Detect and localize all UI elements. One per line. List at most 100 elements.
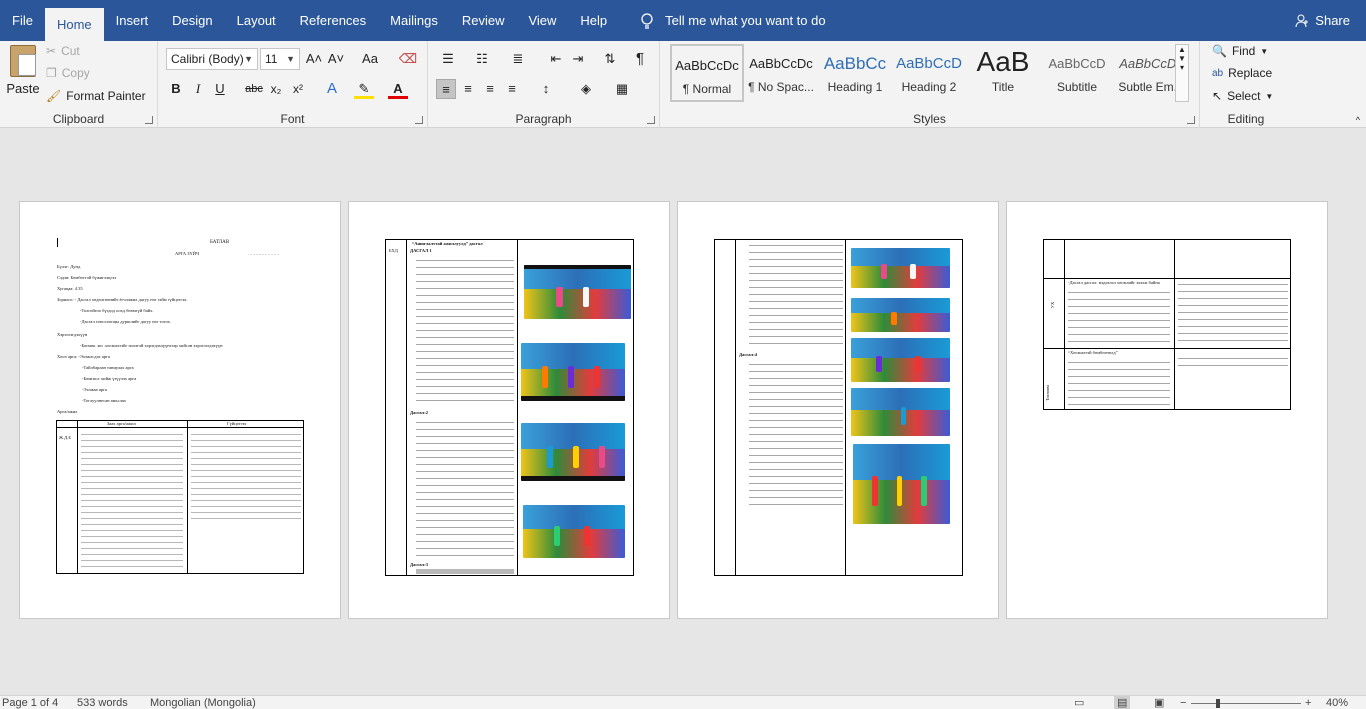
zoom-in-icon[interactable]: + bbox=[1305, 696, 1311, 709]
increase-indent-icon[interactable]: ⇥ bbox=[568, 49, 588, 69]
text-effects-icon[interactable]: A bbox=[322, 79, 342, 99]
cut-button[interactable]: ✂ Cut bbox=[46, 44, 80, 58]
page-2[interactable]: БХД “Ашиглалттай ажиллуулд” дасгал ДАСГА… bbox=[348, 201, 670, 619]
decrease-indent-icon[interactable]: ⇤ bbox=[546, 49, 566, 69]
grow-font-button[interactable]: A˄ bbox=[304, 49, 324, 69]
line-spacing-icon[interactable]: ↕ bbox=[536, 79, 556, 99]
exercise-text bbox=[416, 418, 514, 558]
font-size-select[interactable]: 11 ▼ bbox=[260, 48, 300, 70]
zoom-slider[interactable] bbox=[1191, 703, 1301, 704]
paste-button[interactable]: Paste bbox=[6, 45, 40, 96]
exercise-photo bbox=[851, 388, 950, 436]
style-normal[interactable]: AaBbCcDc ¶ Normal bbox=[670, 44, 744, 102]
exercise-step: ДАСГАЛ 1 bbox=[410, 248, 432, 253]
share-button[interactable]: Share bbox=[1295, 0, 1350, 41]
underline-button[interactable]: U bbox=[210, 79, 230, 99]
page-1[interactable]: БАТЛАВ АРГА ЗҮЙЧ ………………… Бүлэг: Дунд Сэд… bbox=[19, 201, 341, 619]
tab-home[interactable]: Home bbox=[44, 8, 104, 41]
style-name: Subtitle bbox=[1056, 80, 1098, 94]
tab-layout[interactable]: Layout bbox=[225, 0, 288, 41]
tell-me-search[interactable]: Tell me what you want to do bbox=[639, 12, 826, 30]
page-count[interactable]: Page 1 of 4 bbox=[2, 696, 58, 709]
print-layout-icon[interactable]: ▤ bbox=[1114, 696, 1131, 709]
superscript-button[interactable]: x² bbox=[288, 79, 308, 99]
tab-insert[interactable]: Insert bbox=[104, 0, 161, 41]
styles-launcher-icon[interactable] bbox=[1187, 116, 1195, 124]
tab-view[interactable]: View bbox=[516, 0, 568, 41]
tab-review[interactable]: Review bbox=[450, 0, 517, 41]
bullets-icon[interactable]: ☰ bbox=[438, 49, 458, 69]
shading-icon[interactable]: ◈ bbox=[576, 79, 596, 99]
style-subtitle[interactable]: AaBbCcD Subtitle bbox=[1040, 44, 1114, 102]
search-icon: 🔍 bbox=[1212, 44, 1227, 58]
tab-file[interactable]: File bbox=[0, 0, 45, 41]
change-case-button[interactable]: Aa bbox=[356, 49, 384, 69]
language[interactable]: Mongolian (Mongolia) bbox=[150, 696, 256, 709]
page-title: БАТЛАВ bbox=[210, 240, 230, 245]
tab-help[interactable]: Help bbox=[568, 0, 619, 41]
table-body-text bbox=[191, 430, 301, 520]
ribbon: Paste ✂ Cut ❐ Copy 🖌 Format Painter Clipboa… bbox=[0, 41, 1366, 128]
show-formatting-button[interactable]: ¶ bbox=[630, 49, 650, 69]
highlight-icon[interactable]: ✎ bbox=[354, 79, 374, 99]
web-layout-icon[interactable]: ▣ bbox=[1154, 696, 1164, 709]
read-mode-icon[interactable]: ▭ bbox=[1074, 696, 1084, 709]
page-3[interactable]: Дасгал:4 bbox=[677, 201, 999, 619]
font-launcher-icon[interactable] bbox=[415, 116, 423, 124]
clipboard-launcher-icon[interactable] bbox=[145, 116, 153, 124]
collapse-ribbon-icon[interactable]: ^ bbox=[1356, 115, 1360, 125]
exercise-text bbox=[416, 569, 514, 574]
format-painter-label: Format Painter bbox=[66, 89, 146, 103]
styles-gallery-scroll[interactable]: ▲ ▼ ▾ bbox=[1175, 44, 1189, 102]
style-name: Heading 1 bbox=[827, 80, 883, 94]
borders-icon[interactable]: ▦ bbox=[612, 79, 632, 99]
align-center-icon[interactable]: ≡ bbox=[458, 79, 478, 99]
multilevel-list-icon[interactable]: ≣ bbox=[508, 49, 528, 69]
style-heading-2[interactable]: AaBbCcD Heading 2 bbox=[892, 44, 966, 102]
format-painter-button[interactable]: 🖌 Format Painter bbox=[46, 89, 146, 103]
more-icon[interactable]: ▾ bbox=[1176, 63, 1188, 72]
italic-button[interactable]: I bbox=[188, 79, 208, 99]
shrink-font-button[interactable]: A˅ bbox=[326, 49, 346, 69]
paragraph-group: ☰ ☷ ≣ ⇤ ⇥ ⇅ ¶ ≡ ≡ ≡ ≡ ↕ ◈ ▦ Paragraph bbox=[428, 41, 660, 128]
cut-label: Cut bbox=[61, 44, 80, 58]
align-right-icon[interactable]: ≡ bbox=[480, 79, 500, 99]
tab-design[interactable]: Design bbox=[160, 0, 224, 41]
font-color-icon[interactable]: A bbox=[388, 79, 408, 99]
font-name-select[interactable]: Calibri (Body) ▼ bbox=[166, 48, 258, 70]
clear-formatting-icon[interactable]: ⌫ bbox=[398, 49, 418, 69]
replace-button[interactable]: ab Replace bbox=[1212, 66, 1272, 80]
sort-icon[interactable]: ⇅ bbox=[600, 49, 620, 69]
paragraph-launcher-icon[interactable] bbox=[647, 116, 655, 124]
activity-text: “Хөгжилтэй бөмбөгнөлд” bbox=[1068, 350, 1118, 355]
bold-button[interactable]: B bbox=[166, 79, 186, 99]
tab-references[interactable]: References bbox=[288, 0, 378, 41]
table-header: Заах арга/ажил bbox=[107, 421, 136, 426]
find-button[interactable]: 🔍 Find ▼ bbox=[1212, 44, 1268, 58]
style-preview: AaBbCcDc bbox=[749, 56, 813, 71]
numbering-icon[interactable]: ☷ bbox=[472, 49, 492, 69]
chevron-down-icon[interactable]: ▼ bbox=[1176, 54, 1188, 63]
zoom-out-icon[interactable]: − bbox=[1180, 696, 1186, 709]
zoom-slider-thumb[interactable] bbox=[1216, 699, 1220, 708]
justify-icon[interactable]: ≡ bbox=[502, 79, 522, 99]
table-body-text bbox=[81, 430, 183, 570]
style-title[interactable]: AaB Title bbox=[966, 44, 1040, 102]
exercise-photo bbox=[851, 338, 950, 382]
cursor-icon: ↖ bbox=[1212, 89, 1223, 103]
chevron-up-icon[interactable]: ▲ bbox=[1176, 45, 1188, 54]
copy-button[interactable]: ❐ Copy bbox=[46, 66, 90, 80]
word-count[interactable]: 533 words bbox=[77, 696, 128, 709]
style-heading-1[interactable]: AaBbCc Heading 1 bbox=[818, 44, 892, 102]
zoom-level[interactable]: 40% bbox=[1326, 696, 1348, 709]
align-left-icon[interactable]: ≡ bbox=[436, 79, 456, 99]
page-4[interactable]: УХ Тоглоом -Дасгал дасгал: мэдээлэл хөгж… bbox=[1006, 201, 1328, 619]
text-cursor bbox=[57, 238, 58, 247]
strikethrough-button[interactable]: abc bbox=[244, 79, 264, 99]
style-preview: AaB bbox=[976, 46, 1030, 77]
tab-mailings[interactable]: Mailings bbox=[378, 0, 450, 41]
style-no-spacing[interactable]: AaBbCcDc ¶ No Spac... bbox=[744, 44, 818, 102]
subscript-button[interactable]: x₂ bbox=[266, 79, 286, 99]
style-name: Heading 2 bbox=[901, 80, 957, 94]
select-button[interactable]: ↖ Select ▼ bbox=[1212, 89, 1273, 103]
